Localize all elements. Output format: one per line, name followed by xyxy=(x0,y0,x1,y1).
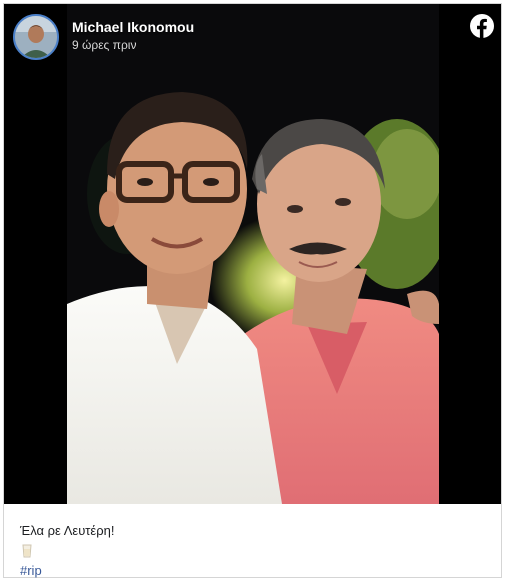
post-timestamp[interactable]: 9 ώρες πριν xyxy=(72,38,136,52)
author-avatar[interactable] xyxy=(13,14,59,60)
author-name[interactable]: Michael Ikonomou xyxy=(72,19,194,35)
avatar-image xyxy=(15,16,57,58)
facebook-icon[interactable] xyxy=(470,14,494,38)
hashtag-link[interactable]: #rip xyxy=(20,563,42,578)
drink-glass-icon xyxy=(22,544,32,558)
post-photo[interactable]: Michael Ikonomou 9 ώρες πριν xyxy=(4,4,501,504)
post-caption: Έλα ρε Λευτέρη! xyxy=(20,523,115,538)
facebook-post-card: Michael Ikonomou 9 ώρες πριν Έλα ρε Λευτ… xyxy=(3,3,502,578)
photo-image xyxy=(67,4,439,504)
